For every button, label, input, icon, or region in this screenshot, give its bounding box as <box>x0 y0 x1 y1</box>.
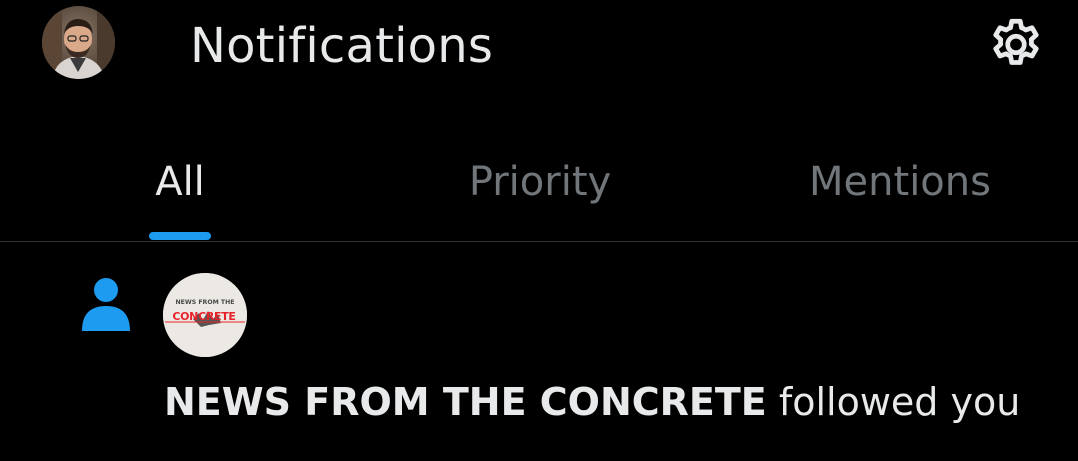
tab-priority-label: Priority <box>468 159 612 205</box>
active-tab-indicator <box>149 232 211 240</box>
tab-bar: All Priority Mentions <box>0 150 1078 242</box>
notification-actor-avatar[interactable]: NEWS FROM THE CONCRETE <box>163 273 247 357</box>
notification-item[interactable]: NEWS FROM THE CONCRETE NEWS FROM THE CON… <box>0 243 1078 461</box>
tab-divider <box>0 241 1078 242</box>
svg-text:CONCRETE: CONCRETE <box>172 310 235 323</box>
person-icon <box>82 278 130 331</box>
notifications-screen: Notifications All Priority Mentions NEWS… <box>0 0 1078 461</box>
tab-all-label: All <box>155 159 205 205</box>
notification-actor-name[interactable]: NEWS FROM THE CONCRETE <box>164 380 767 424</box>
settings-button[interactable] <box>986 15 1046 75</box>
page-title: Notifications <box>190 18 494 74</box>
notification-text: NEWS FROM THE CONCRETE followed you <box>164 375 1020 429</box>
avatar[interactable] <box>42 6 115 79</box>
svg-text:NEWS FROM THE: NEWS FROM THE <box>175 299 234 306</box>
tab-priority[interactable]: Priority <box>440 150 640 240</box>
profile-photo-icon <box>42 6 115 79</box>
tab-all[interactable]: All <box>100 150 260 240</box>
notification-action: followed you <box>778 380 1021 424</box>
news-from-the-concrete-logo-icon: NEWS FROM THE CONCRETE <box>163 273 247 357</box>
tab-mentions-label: Mentions <box>809 159 991 205</box>
gear-icon <box>993 18 1039 65</box>
tab-mentions[interactable]: Mentions <box>795 150 1005 240</box>
